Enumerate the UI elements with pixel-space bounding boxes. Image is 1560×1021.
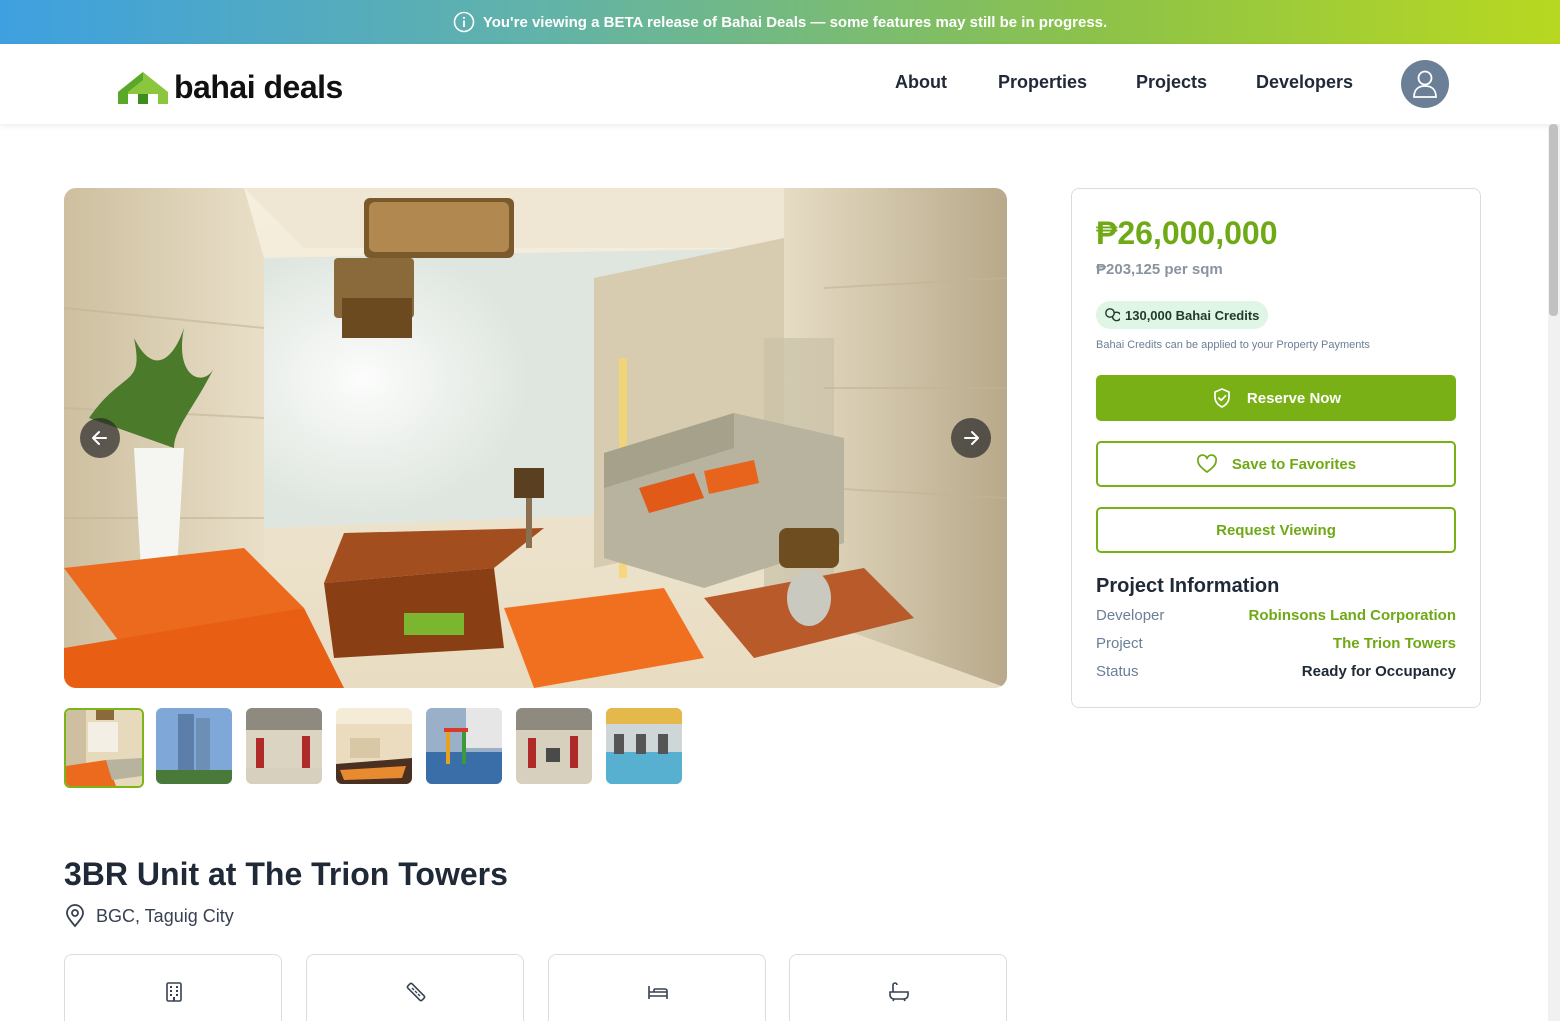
coins-icon (1105, 308, 1120, 322)
price-per-sqm: ₱203,125 per sqm (1096, 261, 1223, 278)
location-text: BGC, Taguig City (96, 905, 234, 926)
reserve-now-button[interactable]: Reserve Now (1096, 375, 1456, 421)
thumbnail-gym-2[interactable] (516, 708, 592, 784)
heart-icon (1196, 454, 1217, 473)
price: ₱26,000,000 (1096, 215, 1278, 251)
ruler-icon (406, 982, 426, 1002)
feature-card-bathrooms (789, 954, 1007, 1021)
nav-properties[interactable]: Properties (998, 72, 1087, 93)
bath-icon (889, 982, 909, 1002)
scrollbar-thumb[interactable] (1549, 124, 1558, 316)
feature-card-floor-area (64, 954, 282, 1021)
info-row-status: Status Ready for Occupancy (1096, 663, 1456, 680)
info-key: Status (1096, 663, 1139, 680)
beta-banner-text: You're viewing a BETA release of Bahai D… (482, 13, 1108, 31)
info-row-project: Project The Trion Towers (1096, 635, 1456, 652)
thumbnail-fitness-center[interactable] (606, 708, 682, 784)
save-to-favorites-button[interactable]: Save to Favorites (1096, 441, 1456, 487)
request-viewing-label: Request Viewing (1216, 521, 1336, 539)
thumbnail-lobby[interactable] (64, 708, 144, 788)
info-icon (453, 11, 475, 33)
credits-note: Bahai Credits can be applied to your Pro… (1096, 339, 1370, 351)
nav-projects[interactable]: Projects (1136, 72, 1207, 93)
beta-banner: You're viewing a BETA release of Bahai D… (0, 0, 1560, 44)
listing-location: BGC, Taguig City (64, 904, 234, 928)
save-to-favorites-label: Save to Favorites (1231, 455, 1357, 473)
price-sidebar: ₱26,000,000 ₱203,125 per sqm 130,000 Bah… (1071, 188, 1481, 708)
thumbnail-strip (64, 708, 696, 788)
building-icon (166, 982, 182, 1002)
feature-card-bedrooms (548, 954, 766, 1021)
project-info-heading: Project Information (1096, 575, 1280, 597)
listing-title: 3BR Unit at The Trion Towers (64, 856, 508, 892)
feature-card-lot-size (306, 954, 524, 1021)
navbar: bahai deals About Properties Projects De… (0, 44, 1560, 124)
nav-about[interactable]: About (895, 72, 947, 93)
credits-badge: 130,000 Bahai Credits (1096, 301, 1269, 329)
credits-text: 130,000 Bahai Credits (1125, 307, 1260, 323)
info-row-developer: Developer Robinsons Land Corporation (1096, 607, 1456, 624)
thumbnail-lounge[interactable] (336, 708, 412, 784)
thumbnail-tower[interactable] (156, 708, 232, 784)
shield-check-icon (1214, 388, 1230, 408)
user-icon (1413, 70, 1437, 98)
project-link[interactable]: The Trion Towers (1333, 635, 1456, 652)
nav-developers[interactable]: Developers (1256, 72, 1353, 93)
status-value: Ready for Occupancy (1301, 663, 1456, 680)
reserve-now-label: Reserve Now (1246, 389, 1342, 407)
bed-icon (648, 986, 668, 999)
request-viewing-button[interactable]: Request Viewing (1096, 507, 1456, 553)
arrow-left-icon (92, 431, 107, 445)
logo-text: bahai deals (174, 69, 343, 105)
hero-image (64, 188, 1007, 688)
thumbnail-playground[interactable] (426, 708, 502, 784)
info-key: Project (1096, 635, 1143, 652)
carousel-prev-button[interactable] (80, 418, 120, 458)
house-logo-icon (118, 72, 168, 104)
map-pin-icon (66, 904, 84, 928)
developer-link[interactable]: Robinsons Land Corporation (1249, 607, 1457, 624)
logo[interactable]: bahai deals (118, 66, 343, 104)
avatar[interactable] (1401, 60, 1449, 108)
thumbnail-gym[interactable] (246, 708, 322, 784)
arrow-right-icon (964, 431, 979, 445)
info-key: Developer (1096, 607, 1165, 624)
carousel-next-button[interactable] (951, 418, 991, 458)
